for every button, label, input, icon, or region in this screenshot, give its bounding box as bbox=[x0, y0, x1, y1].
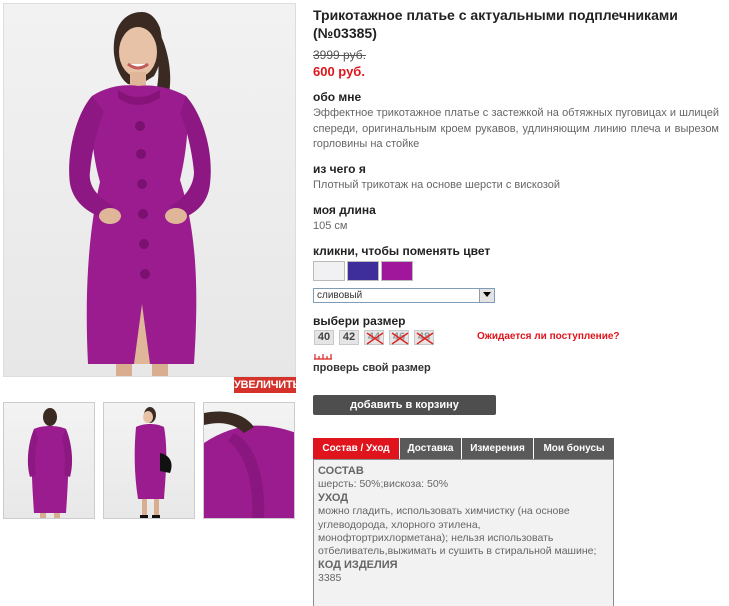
size-option-46-unavailable[interactable]: 46 bbox=[389, 330, 409, 345]
size-option-48-unavailable[interactable]: 48 bbox=[414, 330, 434, 345]
care-heading: УХОД bbox=[318, 492, 349, 505]
back-view-illustration bbox=[27, 408, 73, 518]
length-heading: моя длина bbox=[313, 203, 376, 217]
tab-composition-care[interactable]: Состав / Уход bbox=[313, 438, 400, 459]
length-text: 105 см bbox=[313, 220, 348, 232]
model-illustration bbox=[69, 12, 211, 376]
color-swatch-plum[interactable] bbox=[381, 261, 413, 281]
material-heading: из чего я bbox=[313, 162, 366, 176]
side-view-illustration bbox=[134, 407, 172, 518]
product-code-value: 3385 bbox=[318, 572, 342, 585]
about-text: Эффектное трикотажное платье с застежкой… bbox=[313, 107, 719, 150]
thumbnail-side-view[interactable] bbox=[103, 402, 195, 519]
tab-measurements[interactable]: Измерения bbox=[462, 438, 534, 459]
material-text: Плотный трикотаж на основе шерсти с виск… bbox=[313, 179, 561, 191]
composition-heading: СОСТАВ bbox=[318, 465, 364, 477]
thumbnail-shoulder-detail[interactable] bbox=[203, 402, 295, 519]
composition-text: шерсть: 50%;вискоза: 50% bbox=[318, 478, 449, 490]
ruler-icon bbox=[314, 354, 332, 360]
cross-out-icon bbox=[366, 332, 384, 345]
product-code-heading: КОД ИЗДЕЛИЯ bbox=[318, 559, 398, 572]
sale-price: 600 руб. bbox=[313, 64, 365, 79]
cross-out-icon bbox=[391, 332, 409, 345]
tab-delivery[interactable]: Доставка bbox=[400, 438, 462, 459]
color-heading: кликни, чтобы поменять цвет bbox=[313, 244, 491, 258]
color-select[interactable]: сливовый bbox=[313, 288, 495, 303]
product-title: Трикотажное платье с актуальными подплеч… bbox=[313, 7, 678, 41]
shoulder-detail-illustration bbox=[204, 411, 294, 518]
color-swatch-blue[interactable] bbox=[347, 261, 379, 281]
zoom-button[interactable]: УВЕЛИЧИТЬ bbox=[234, 377, 300, 393]
tab-bonuses[interactable]: Мои бонусы bbox=[534, 438, 614, 459]
info-tabs: Состав / Уход Доставка Измерения Мои бон… bbox=[313, 438, 614, 459]
size-heading: выбери размер bbox=[313, 314, 406, 328]
color-select-value: сливовый bbox=[317, 290, 363, 301]
main-product-photo[interactable] bbox=[3, 3, 296, 377]
size-option-42[interactable]: 42 bbox=[339, 330, 359, 345]
cross-out-icon bbox=[416, 332, 434, 345]
size-option-44-unavailable[interactable]: 44 bbox=[364, 330, 384, 345]
size-option-40[interactable]: 40 bbox=[314, 330, 334, 345]
color-swatch-white[interactable] bbox=[313, 261, 345, 281]
check-size-link[interactable]: проверь свой размер bbox=[313, 362, 431, 374]
chevron-down-icon[interactable] bbox=[479, 289, 494, 302]
about-heading: обо мне bbox=[313, 90, 362, 104]
thumbnail-back-view[interactable] bbox=[3, 402, 95, 519]
care-text: можно гладить, использовать химчистку (н… bbox=[318, 505, 597, 558]
old-price: 3999 руб. bbox=[313, 48, 366, 62]
notify-availability-link[interactable]: Ожидается ли поступление? bbox=[477, 331, 620, 342]
tab-panel-composition-care: СОСТАВ шерсть: 50%;вискоза: 50% УХОД мож… bbox=[313, 459, 614, 606]
add-to-cart-button[interactable]: добавить в корзину bbox=[313, 395, 496, 415]
